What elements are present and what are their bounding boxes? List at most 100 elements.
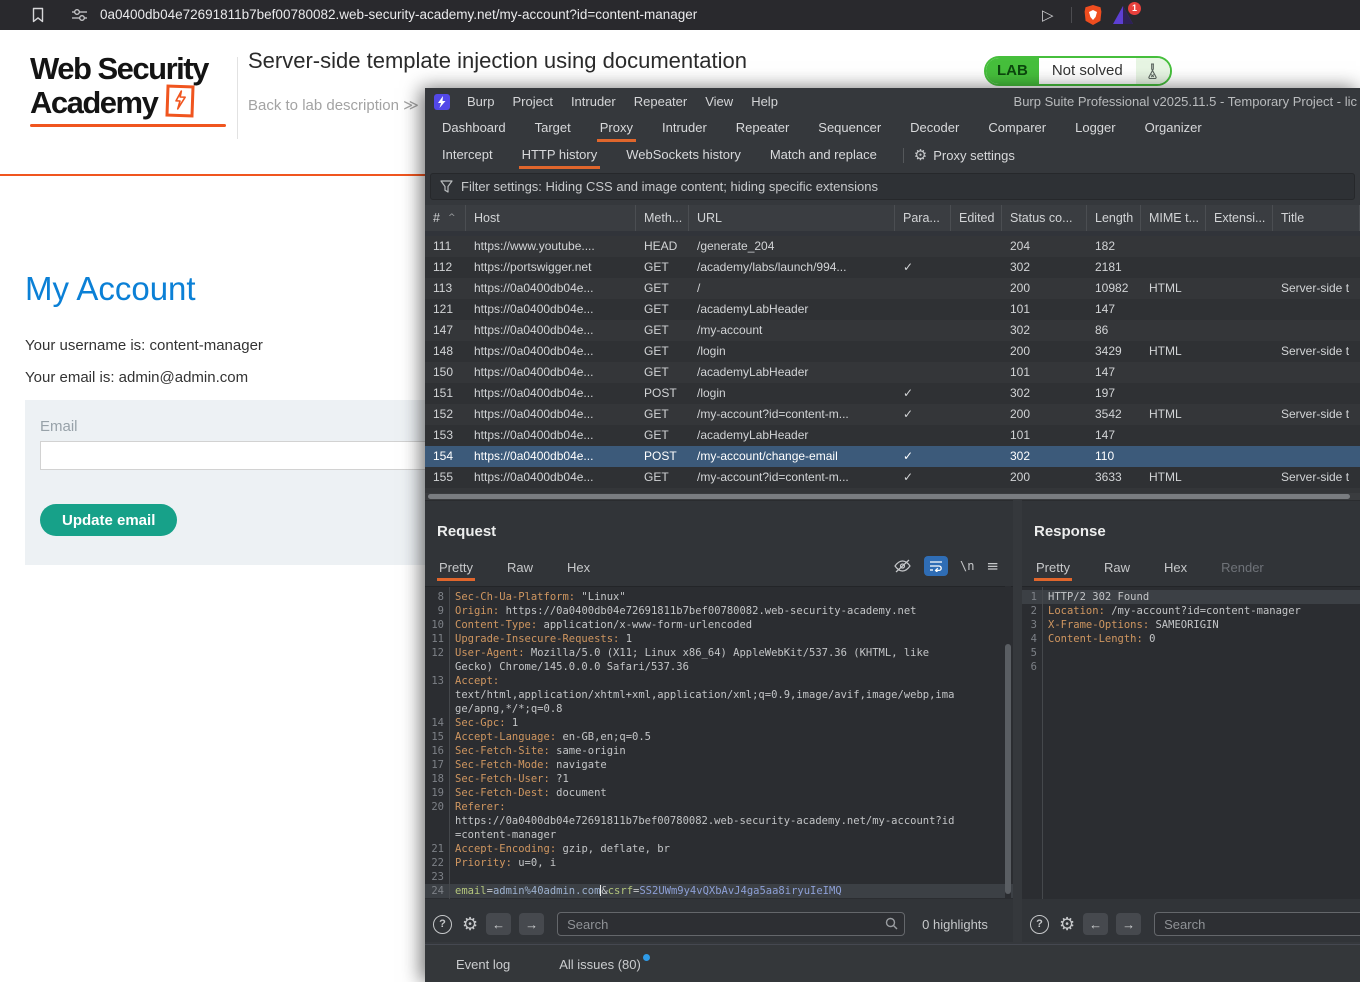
- column-header-edited[interactable]: Edited: [951, 205, 1002, 231]
- response-editor[interactable]: 1 HTTP/2 302 Found 2 Location: /my-account?…: [1022, 586, 1360, 899]
- request-vscrollbar-thumb[interactable]: [1005, 644, 1011, 894]
- column-header-mime[interactable]: MIME t...: [1141, 205, 1206, 231]
- column-header-title[interactable]: Title: [1273, 205, 1360, 231]
- proxy-settings-button[interactable]: ⚙ Proxy settings: [914, 142, 1015, 169]
- address-bar[interactable]: 0a0400db04e72691811b7bef00780082.web-sec…: [100, 0, 697, 30]
- column-header-num[interactable]: # ^: [425, 205, 466, 231]
- cell-ext: [1206, 341, 1273, 362]
- main-tab-repeater[interactable]: Repeater: [733, 115, 792, 142]
- line-number: 5: [1030, 647, 1037, 659]
- editor-line: 6: [1022, 660, 1360, 674]
- table-row[interactable]: 121 https://0a0400db04e... GET/academyLabH…: [425, 299, 1360, 320]
- menu-help[interactable]: Help: [742, 88, 787, 115]
- brave-shield-icon[interactable]: [1082, 4, 1104, 26]
- response-tab-pretty[interactable]: Pretty: [1034, 557, 1072, 581]
- next-match-button[interactable]: →: [1116, 913, 1142, 935]
- table-row[interactable]: 147 https://0a0400db04e... GET/my-account 3…: [425, 320, 1360, 341]
- request-tab-hex[interactable]: Hex: [565, 557, 592, 581]
- main-tab-decoder[interactable]: Decoder: [907, 115, 962, 142]
- main-tab-target[interactable]: Target: [532, 115, 574, 142]
- table-row[interactable]: 150 https://0a0400db04e... GET/academyLabH…: [425, 362, 1360, 383]
- menu-icon[interactable]: ≡: [986, 557, 999, 575]
- cell-num: 152: [433, 407, 454, 421]
- main-tab-comparer[interactable]: Comparer: [985, 115, 1049, 142]
- editor-line: 17 Sec-Fetch-Mode: navigate: [425, 758, 1013, 772]
- line-content: Content-Type: application/x-www-form-url…: [455, 619, 753, 631]
- line-content: Sec-Fetch-User: ?1: [455, 773, 569, 785]
- request-vscrollbar[interactable]: [1005, 586, 1011, 899]
- table-row[interactable]: 151 https://0a0400db04e... POST/login ✓ 302 1…: [425, 383, 1360, 404]
- main-tab-logger[interactable]: Logger: [1072, 115, 1118, 142]
- sub-tab-match-and-replace[interactable]: Match and replace: [767, 142, 880, 169]
- cell-edited: [951, 467, 1002, 488]
- response-tab-raw[interactable]: Raw: [1102, 557, 1132, 581]
- request-search-input[interactable]: [557, 912, 906, 936]
- table-row[interactable]: 152 https://0a0400db04e... GET/my-account?…: [425, 404, 1360, 425]
- editor-line: https://0a0400db04e72691811b7bef00780082…: [425, 814, 1013, 828]
- column-header-method[interactable]: Meth...: [636, 205, 689, 231]
- table-row[interactable]: 155 https://0a0400db04e... GET/my-account?…: [425, 467, 1360, 488]
- back-to-lab-link[interactable]: Back to lab description ≫: [248, 96, 419, 114]
- prev-match-button[interactable]: ←: [1083, 913, 1109, 935]
- column-header-length[interactable]: Length: [1087, 205, 1141, 231]
- sub-tab-http-history[interactable]: HTTP history: [519, 142, 601, 169]
- editor-line: ge/apng,*/*;q=0.8: [425, 702, 1013, 716]
- next-match-button[interactable]: →: [519, 913, 545, 935]
- cell-length: 147: [1095, 365, 1116, 379]
- menu-burp[interactable]: Burp: [458, 88, 503, 115]
- sub-tab-intercept[interactable]: Intercept: [439, 142, 496, 169]
- filter-settings-bar[interactable]: Filter settings: Hiding CSS and image co…: [430, 173, 1355, 200]
- table-row[interactable]: 154 https://0a0400db04e... POST/my-account…: [425, 446, 1360, 467]
- cell-edited: [951, 404, 1002, 425]
- main-tab-sequencer[interactable]: Sequencer: [815, 115, 884, 142]
- editor-line: 9 Origin: https://0a0400db04e72691811b7be…: [425, 604, 1013, 618]
- table-row[interactable]: 113 https://0a0400db04e... GET / 200 10982 HTM…: [425, 278, 1360, 299]
- table-row[interactable]: 112 https://portswigger.net GET/academy/la…: [425, 257, 1360, 278]
- newline-icon[interactable]: \n: [960, 559, 974, 573]
- table-row[interactable]: 148 https://0a0400db04e... GET/login 200 342…: [425, 341, 1360, 362]
- cell-url: /academyLabHeader: [697, 302, 809, 316]
- word-wrap-icon[interactable]: [923, 556, 948, 576]
- line-number: 13: [431, 675, 444, 687]
- help-icon[interactable]: ?: [433, 914, 452, 934]
- request-tab-raw[interactable]: Raw: [505, 557, 535, 581]
- wsa-logo-line2: Academy: [30, 85, 159, 120]
- response-tab-hex[interactable]: Hex: [1162, 557, 1189, 581]
- column-header-url[interactable]: URL: [689, 205, 895, 231]
- table-hscrollbar-thumb[interactable]: [428, 494, 1350, 499]
- hide-nonprintable-icon[interactable]: [893, 558, 912, 574]
- table-hscrollbar[interactable]: [425, 493, 1360, 500]
- cell-length: 2181: [1095, 260, 1122, 274]
- table-row[interactable]: 153 https://0a0400db04e... GET/academyLabH…: [425, 425, 1360, 446]
- menu-view[interactable]: View: [696, 88, 742, 115]
- sub-tab-websockets-history[interactable]: WebSockets history: [623, 142, 744, 169]
- response-tab-render[interactable]: Render: [1219, 557, 1266, 581]
- line-content: Accept-Encoding: gzip, deflate, br: [455, 843, 670, 855]
- main-tab-dashboard[interactable]: Dashboard: [439, 115, 509, 142]
- column-header-params[interactable]: Para...: [895, 205, 951, 231]
- event-log-tab[interactable]: Event log: [456, 957, 510, 972]
- column-header-host[interactable]: Host: [466, 205, 636, 231]
- main-tab-organizer[interactable]: Organizer: [1142, 115, 1205, 142]
- column-header-ext[interactable]: Extensi...: [1206, 205, 1273, 231]
- wsa-logo[interactable]: Web Security Academy: [30, 52, 226, 127]
- help-icon[interactable]: ?: [1030, 914, 1049, 934]
- main-tab-intruder[interactable]: Intruder: [659, 115, 710, 142]
- all-issues-tab[interactable]: All issues (80): [559, 953, 650, 972]
- request-tab-pretty[interactable]: Pretty: [437, 557, 475, 581]
- request-editor[interactable]: 8 Sec-Ch-Ua-Platform: "Linux" 9 Origin: htt…: [425, 586, 1013, 899]
- bookmark-icon[interactable]: [30, 7, 46, 23]
- prev-match-button[interactable]: ←: [486, 913, 512, 935]
- table-row[interactable]: 111 https://www.youtube.... HEAD/generate_…: [425, 236, 1360, 257]
- menu-repeater[interactable]: Repeater: [625, 88, 696, 115]
- main-tab-proxy[interactable]: Proxy: [597, 115, 636, 142]
- column-header-status[interactable]: Status co...: [1002, 205, 1087, 231]
- share-icon[interactable]: ▷: [1042, 4, 1054, 26]
- menu-intruder[interactable]: Intruder: [562, 88, 625, 115]
- gear-icon[interactable]: ⚙: [1059, 914, 1075, 935]
- update-email-button[interactable]: Update email: [40, 504, 178, 536]
- menu-project[interactable]: Project: [503, 88, 561, 115]
- response-search-input[interactable]: [1154, 912, 1360, 936]
- gear-icon[interactable]: ⚙: [462, 914, 478, 935]
- site-settings-icon[interactable]: [72, 8, 87, 22]
